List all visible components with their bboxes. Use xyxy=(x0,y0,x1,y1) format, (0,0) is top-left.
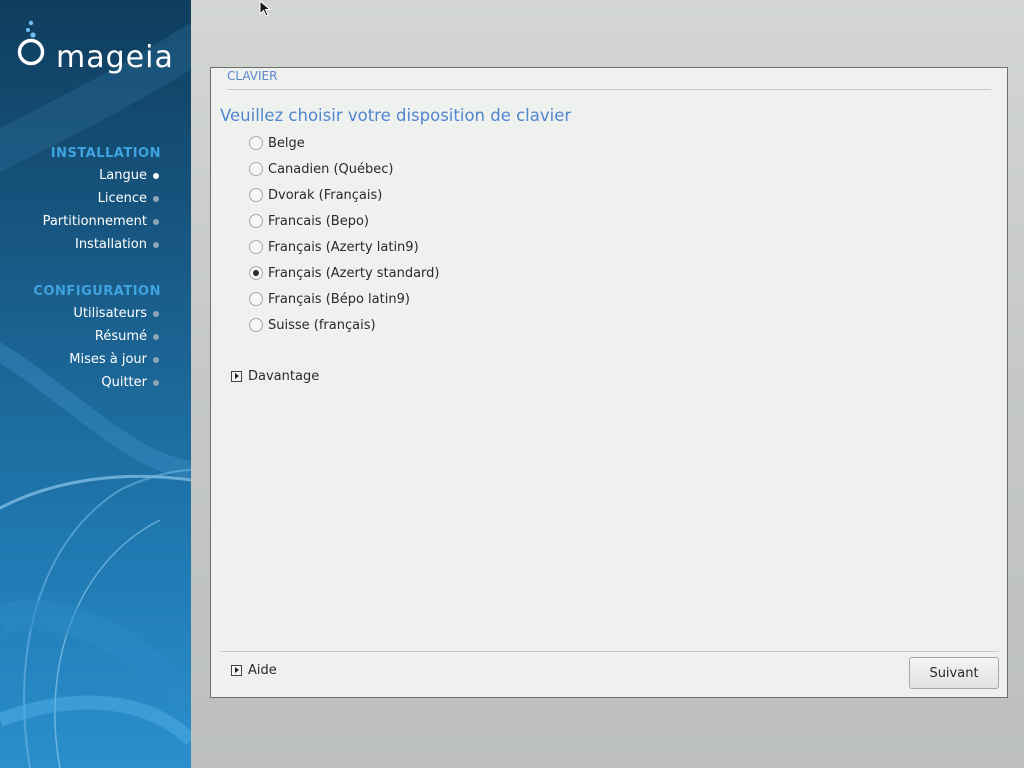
radio-button[interactable] xyxy=(249,214,263,228)
next-button[interactable]: Suivant xyxy=(909,657,999,689)
section-title-configuration: CONFIGURATION xyxy=(33,284,161,299)
step-licence: Licence xyxy=(97,191,147,206)
step-dot-icon xyxy=(153,219,159,225)
layout-option-label: Français (Azerty standard) xyxy=(268,265,440,281)
panel-header: CLAVIER xyxy=(227,69,278,83)
step-dot-icon xyxy=(153,357,159,363)
step-mises-a-jour: Mises à jour xyxy=(69,352,147,367)
layout-option-label: Français (Azerty latin9) xyxy=(268,239,419,255)
more-label: Davantage xyxy=(248,369,320,384)
layout-option-francais-bepo-latin9[interactable]: Français (Bépo latin9) xyxy=(249,289,410,309)
layout-option-label: Belge xyxy=(268,135,305,151)
layout-option-francais-bepo[interactable]: Francais (Bepo) xyxy=(249,211,369,231)
keyboard-panel: CLAVIER Veuillez choisir votre dispositi… xyxy=(210,67,1008,698)
layout-option-label: Francais (Bepo) xyxy=(268,213,369,229)
layout-option-label: Dvorak (Français) xyxy=(268,187,383,203)
step-partitionnement: Partitionnement xyxy=(42,214,147,229)
help-expander[interactable]: Aide xyxy=(231,663,277,678)
step-dot-icon xyxy=(153,242,159,248)
help-label: Aide xyxy=(248,663,277,678)
mageia-cauldron-icon xyxy=(17,20,45,66)
radio-button[interactable] xyxy=(249,240,263,254)
header-divider xyxy=(227,89,991,90)
layout-option-label: Français (Bépo latin9) xyxy=(268,291,410,307)
step-quitter: Quitter xyxy=(101,375,147,390)
more-expander[interactable]: Davantage xyxy=(231,369,319,384)
radio-button[interactable] xyxy=(249,292,263,306)
layout-option-label: Suisse (français) xyxy=(268,317,376,333)
step-dot-icon xyxy=(153,311,159,317)
sidebar-background-swirls xyxy=(0,23,191,768)
step-dot-icon xyxy=(153,380,159,386)
footer-divider xyxy=(221,651,999,652)
radio-button[interactable] xyxy=(249,162,263,176)
radio-button-selected[interactable] xyxy=(249,266,263,280)
mageia-logo: mageia xyxy=(16,18,186,75)
layout-option-label: Canadien (Québec) xyxy=(268,161,394,177)
layout-option-dvorak-francais[interactable]: Dvorak (Français) xyxy=(249,185,382,205)
step-utilisateurs: Utilisateurs xyxy=(73,306,147,321)
step-dot-icon xyxy=(153,334,159,340)
step-active-dot-icon xyxy=(153,173,159,179)
step-langue: Langue xyxy=(99,168,147,183)
radio-button[interactable] xyxy=(249,188,263,202)
layout-option-suisse-francais[interactable]: Suisse (français) xyxy=(249,315,376,335)
mageia-wordmark: mageia xyxy=(56,40,174,75)
layout-option-belge[interactable]: Belge xyxy=(249,133,305,153)
radio-button[interactable] xyxy=(249,136,263,150)
mouse-cursor-icon xyxy=(259,0,271,17)
layout-option-francais-azerty-latin9[interactable]: Français (Azerty latin9) xyxy=(249,237,419,257)
layout-option-francais-azerty-standard[interactable]: Français (Azerty standard) xyxy=(249,263,440,283)
step-installation: Installation xyxy=(74,237,147,252)
expander-arrow-icon xyxy=(231,665,242,676)
step-resume: Résumé xyxy=(94,329,147,344)
section-title-installation: INSTALLATION xyxy=(50,146,161,161)
expander-arrow-icon xyxy=(231,371,242,382)
sidebar: mageia INSTALLATION Langue Licence Parti… xyxy=(0,0,191,768)
step-dot-icon xyxy=(153,196,159,202)
question-title: Veuillez choisir votre disposition de cl… xyxy=(220,106,572,125)
layout-option-canadien-quebec[interactable]: Canadien (Québec) xyxy=(249,159,394,179)
radio-button[interactable] xyxy=(249,318,263,332)
